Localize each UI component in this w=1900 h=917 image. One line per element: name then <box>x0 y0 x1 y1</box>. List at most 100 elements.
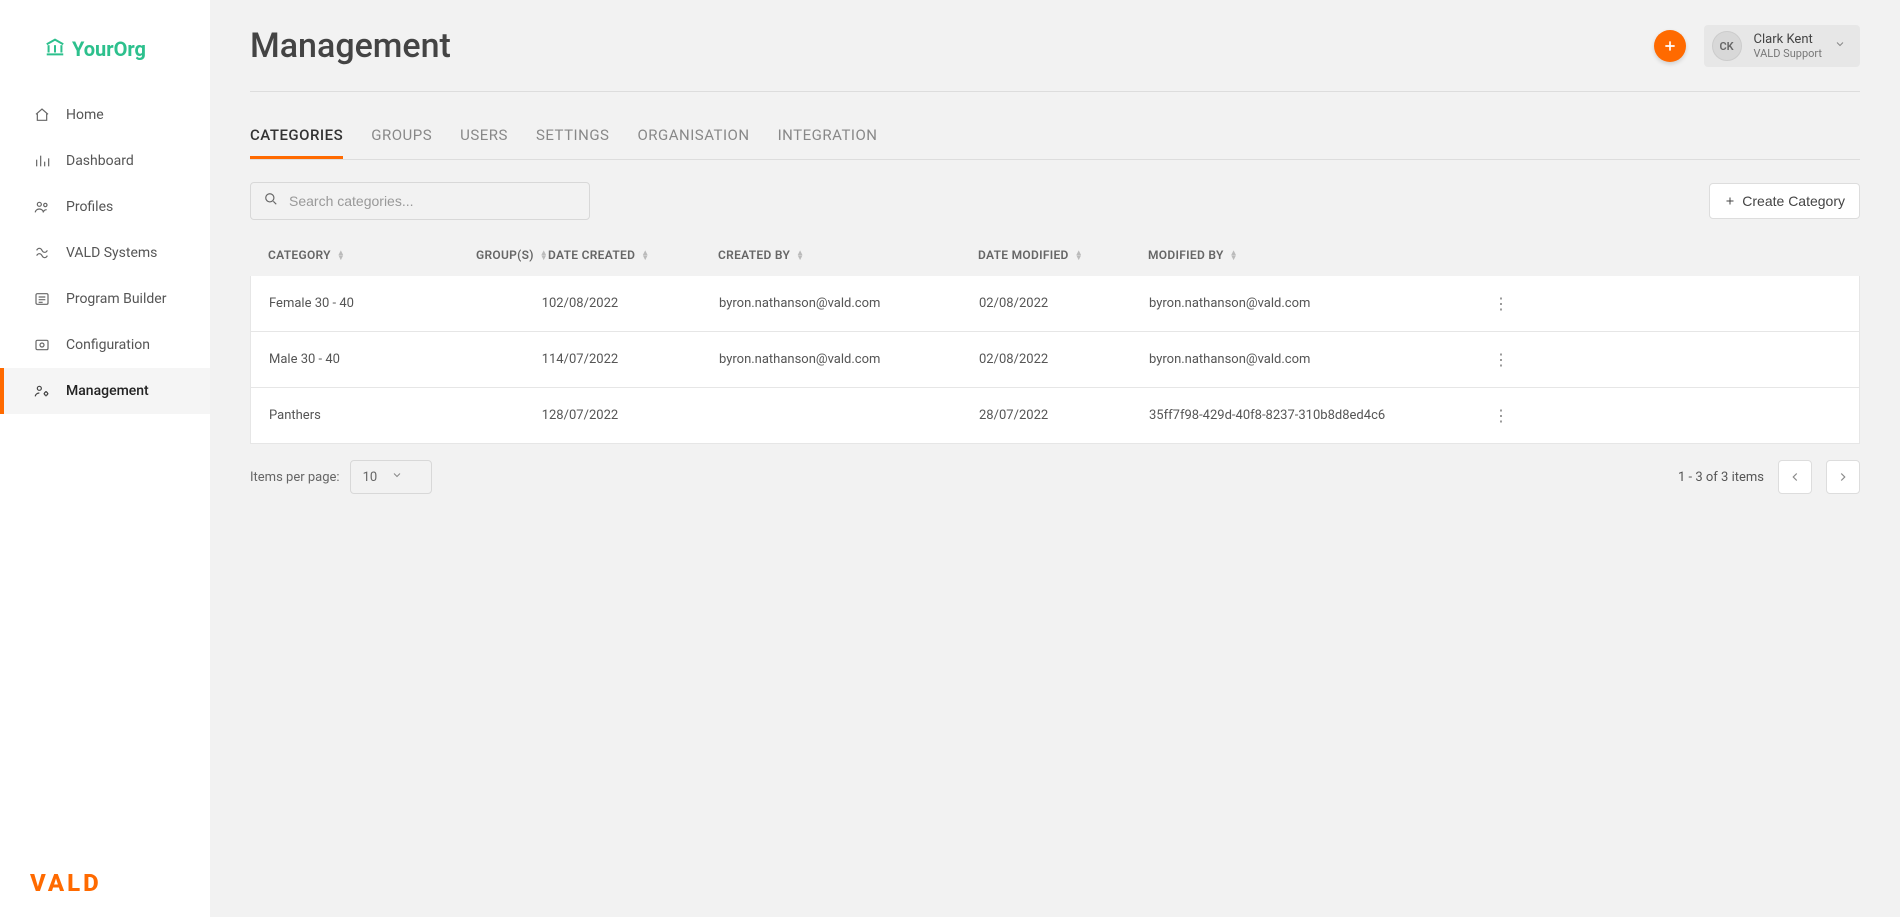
add-button[interactable] <box>1654 30 1686 62</box>
sidebar-item-profiles[interactable]: Profiles <box>0 184 210 230</box>
org-logo-icon <box>44 36 66 62</box>
col-modified-by[interactable]: MODIFIED BY▲▼ <box>1148 248 1448 262</box>
sidebar-item-label: Dashboard <box>66 153 134 169</box>
tab-integration[interactable]: INTEGRATION <box>778 126 878 159</box>
tab-groups[interactable]: GROUPS <box>371 126 432 159</box>
col-groups[interactable]: GROUP(S)▲▼ <box>468 248 548 262</box>
sidebar-item-dashboard[interactable]: Dashboard <box>0 138 210 184</box>
row-actions-button[interactable]: ⋮ <box>1449 294 1509 313</box>
cell-date-created: 28/07/2022 <box>549 408 719 423</box>
sidebar-item-label: Home <box>66 107 104 123</box>
cell-date-modified: 02/08/2022 <box>979 352 1149 367</box>
chevron-down-icon <box>1834 38 1846 54</box>
tabs: CATEGORIES GROUPS USERS SETTINGS ORGANIS… <box>250 126 1860 160</box>
table-row[interactable]: Male 30 - 40 1 14/07/2022 byron.nathanso… <box>250 332 1860 388</box>
cell-date-modified: 02/08/2022 <box>979 296 1149 311</box>
sidebar-item-label: Management <box>66 383 149 399</box>
search-icon <box>264 192 278 210</box>
cell-category: Male 30 - 40 <box>269 352 469 367</box>
sort-icon: ▲▼ <box>641 250 649 260</box>
sidebar-item-label: Profiles <box>66 199 113 215</box>
org-logo-text: YourOrg <box>72 37 146 61</box>
cell-date-modified: 28/07/2022 <box>979 408 1149 423</box>
row-actions-button[interactable]: ⋮ <box>1449 350 1509 369</box>
sidebar-item-vald-systems[interactable]: VALD Systems <box>0 230 210 276</box>
page-range: 1 - 3 of 3 items <box>1678 470 1764 485</box>
management-icon <box>34 383 50 399</box>
tab-categories[interactable]: CATEGORIES <box>250 126 343 159</box>
user-name: Clark Kent <box>1754 32 1822 48</box>
search-input[interactable] <box>250 182 590 220</box>
cell-groups: 1 <box>469 296 549 311</box>
sort-icon: ▲▼ <box>796 250 804 260</box>
dashboard-icon <box>34 153 50 169</box>
chevron-down-icon <box>391 469 403 485</box>
sort-icon: ▲▼ <box>540 250 548 260</box>
prev-page-button[interactable] <box>1778 460 1812 494</box>
cell-category: Female 30 - 40 <box>269 296 469 311</box>
user-menu[interactable]: CK Clark Kent VALD Support <box>1704 25 1860 67</box>
row-actions-button[interactable]: ⋮ <box>1449 406 1509 425</box>
sidebar-item-home[interactable]: Home <box>0 92 210 138</box>
user-meta: Clark Kent VALD Support <box>1754 32 1822 61</box>
categories-table: CATEGORY▲▼ GROUP(S)▲▼ DATE CREATED▲▼ CRE… <box>250 234 1860 444</box>
org-logo: YourOrg <box>0 0 210 88</box>
home-icon <box>34 107 50 123</box>
brand-footer: VALD <box>0 869 210 917</box>
header-actions: CK Clark Kent VALD Support <box>1654 25 1860 67</box>
page-title: Management <box>250 26 451 66</box>
cell-groups: 1 <box>469 352 549 367</box>
sidebar-item-label: Program Builder <box>66 291 166 307</box>
user-org: VALD Support <box>1754 47 1822 60</box>
items-per-page-label: Items per page: <box>250 470 340 485</box>
main-content: Management CK Clark Kent VALD Support CA… <box>210 0 1900 917</box>
col-category[interactable]: CATEGORY▲▼ <box>268 248 468 262</box>
tab-settings[interactable]: SETTINGS <box>536 126 610 159</box>
pager: 1 - 3 of 3 items <box>1678 460 1860 494</box>
table-toolbar: Create Category <box>250 182 1860 220</box>
tab-organisation[interactable]: ORGANISATION <box>637 126 749 159</box>
col-date-modified[interactable]: DATE MODIFIED▲▼ <box>978 248 1148 262</box>
sidebar-nav: Home Dashboard Profiles VALD Systems Pro… <box>0 88 210 414</box>
cell-category: Panthers <box>269 408 469 423</box>
cell-groups: 1 <box>469 408 549 423</box>
sidebar: YourOrg Home Dashboard Profiles VALD Sys… <box>0 0 210 917</box>
items-per-page-value: 10 <box>363 470 378 485</box>
table-footer: Items per page: 10 1 - 3 of 3 items <box>250 460 1860 494</box>
create-category-button[interactable]: Create Category <box>1709 183 1860 219</box>
items-per-page-select[interactable]: 10 <box>350 460 433 494</box>
sidebar-item-configuration[interactable]: Configuration <box>0 322 210 368</box>
plus-icon <box>1662 38 1678 54</box>
page-header: Management CK Clark Kent VALD Support <box>250 25 1860 92</box>
chevron-left-icon <box>1788 470 1802 484</box>
program-builder-icon <box>34 291 50 307</box>
col-date-created[interactable]: DATE CREATED▲▼ <box>548 248 718 262</box>
vald-systems-icon <box>34 245 50 261</box>
tab-users[interactable]: USERS <box>460 126 508 159</box>
cell-modified-by: byron.nathanson@vald.com <box>1149 352 1449 367</box>
profiles-icon <box>34 199 50 215</box>
table-row[interactable]: Female 30 - 40 1 02/08/2022 byron.nathan… <box>250 276 1860 332</box>
cell-date-created: 14/07/2022 <box>549 352 719 367</box>
chevron-right-icon <box>1836 470 1850 484</box>
search-wrap <box>250 182 590 220</box>
next-page-button[interactable] <box>1826 460 1860 494</box>
sidebar-item-label: Configuration <box>66 337 150 353</box>
items-per-page: Items per page: 10 <box>250 460 432 494</box>
sort-icon: ▲▼ <box>1075 250 1083 260</box>
table-header: CATEGORY▲▼ GROUP(S)▲▼ DATE CREATED▲▼ CRE… <box>250 234 1860 276</box>
sort-icon: ▲▼ <box>1230 250 1238 260</box>
plus-icon <box>1724 195 1736 207</box>
cell-modified-by: byron.nathanson@vald.com <box>1149 296 1449 311</box>
create-category-label: Create Category <box>1742 193 1845 209</box>
cell-modified-by: 35ff7f98-429d-40f8-8237-310b8d8ed4c6 <box>1149 408 1449 423</box>
col-created-by[interactable]: CREATED BY▲▼ <box>718 248 978 262</box>
sort-icon: ▲▼ <box>337 250 345 260</box>
configuration-icon <box>34 337 50 353</box>
table-row[interactable]: Panthers 1 28/07/2022 28/07/2022 35ff7f9… <box>250 388 1860 444</box>
sidebar-item-label: VALD Systems <box>66 245 157 261</box>
cell-created-by: byron.nathanson@vald.com <box>719 296 979 311</box>
avatar: CK <box>1712 31 1742 61</box>
sidebar-item-program-builder[interactable]: Program Builder <box>0 276 210 322</box>
sidebar-item-management[interactable]: Management <box>0 368 210 414</box>
